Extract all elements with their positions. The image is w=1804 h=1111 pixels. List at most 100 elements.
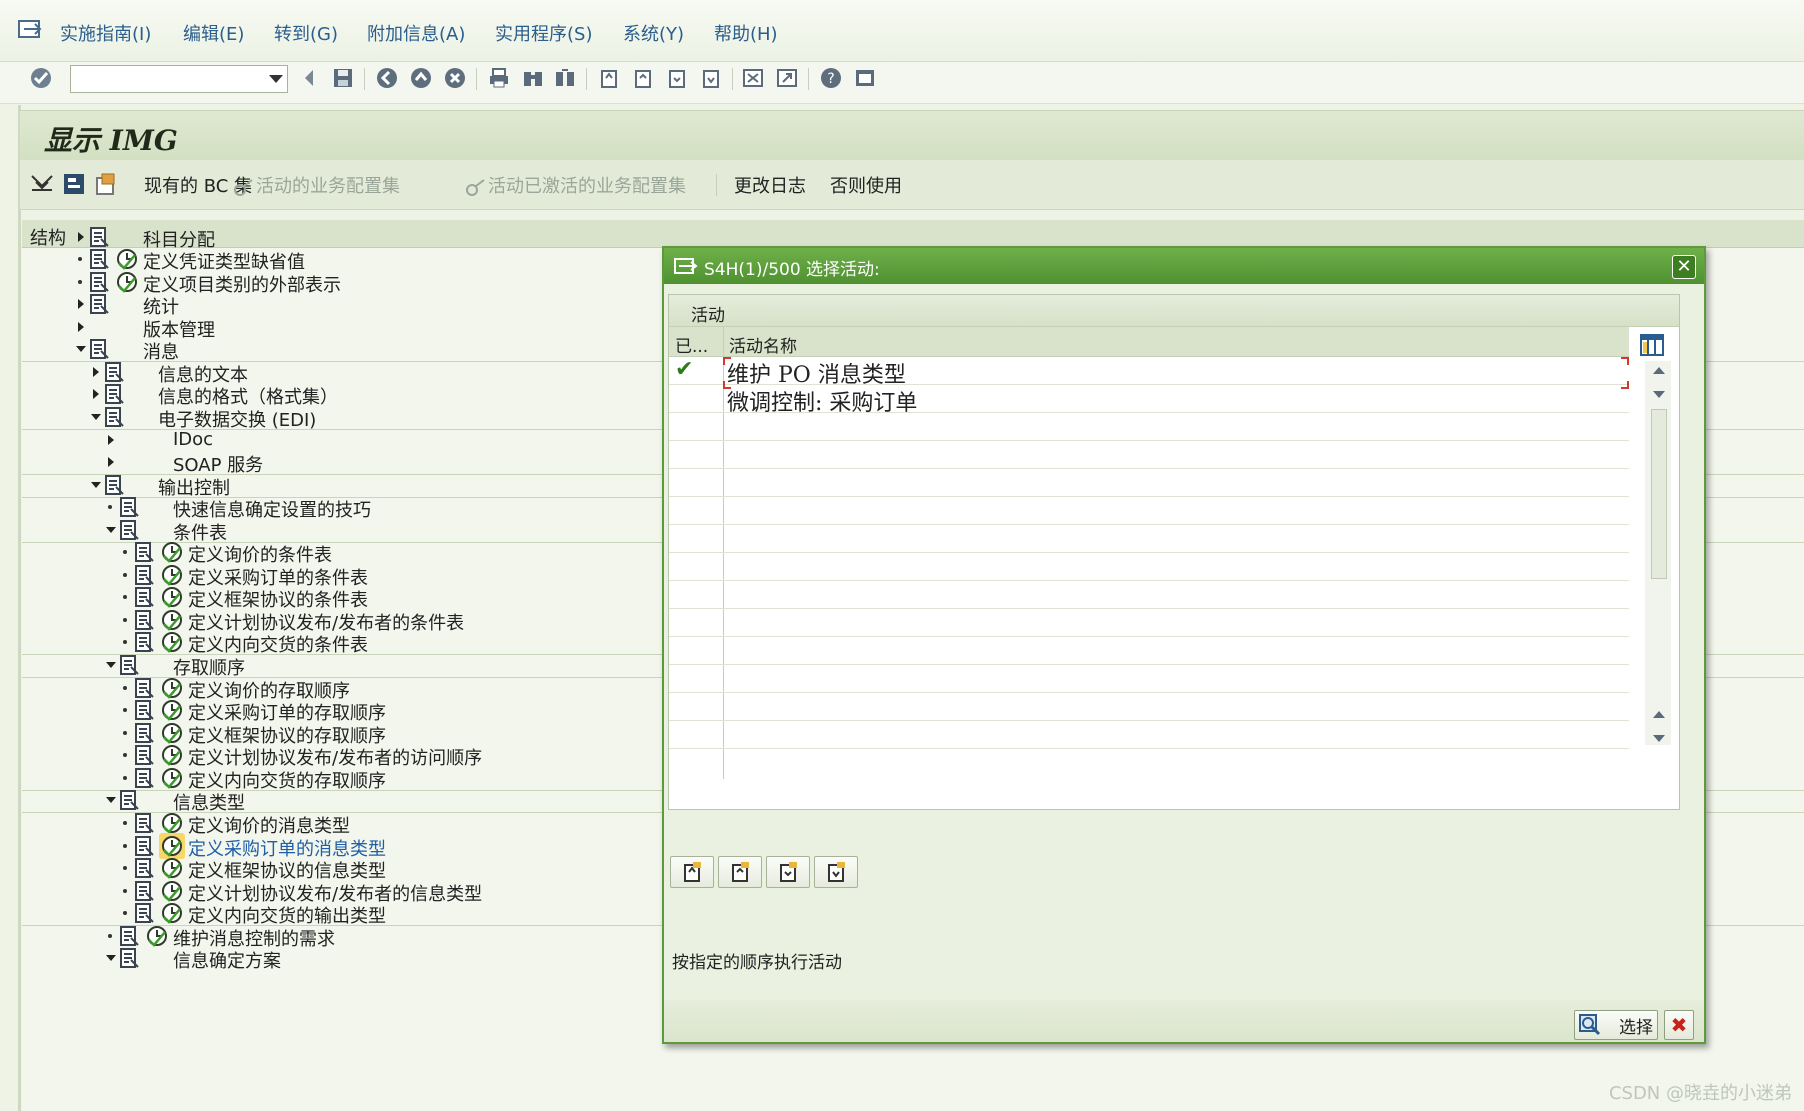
vertical-scrollbar[interactable] xyxy=(1645,361,1671,745)
usage-button[interactable]: 否则使用 xyxy=(830,172,902,198)
documentation-icon[interactable] xyxy=(118,496,140,518)
documentation-icon[interactable] xyxy=(133,767,155,789)
execute-activity-icon[interactable] xyxy=(160,811,184,835)
execute-activity-icon[interactable] xyxy=(160,585,184,609)
menu-item-extras[interactable]: 附加信息(A) xyxy=(367,20,465,46)
project-icon[interactable] xyxy=(92,170,120,198)
first-activity-button[interactable] xyxy=(670,856,714,888)
execute-activity-icon[interactable] xyxy=(160,856,184,880)
execute-activity-icon[interactable] xyxy=(160,540,184,564)
collapse-arrow-icon[interactable] xyxy=(91,414,101,420)
collapse-arrow-icon[interactable] xyxy=(106,662,116,668)
command-field[interactable] xyxy=(70,65,288,93)
documentation-icon[interactable] xyxy=(133,744,155,766)
new-session-icon[interactable] xyxy=(740,64,766,92)
expand-arrow-icon[interactable] xyxy=(78,299,84,309)
first-page-icon[interactable] xyxy=(596,64,622,92)
documentation-icon[interactable] xyxy=(88,271,110,293)
expand-arrow-icon[interactable] xyxy=(93,367,99,377)
menu-item-goto[interactable]: 转到(G) xyxy=(274,20,338,46)
collapse-arrow-icon[interactable] xyxy=(106,527,116,533)
documentation-icon[interactable] xyxy=(133,880,155,902)
documentation-icon[interactable] xyxy=(88,248,110,270)
documentation-icon[interactable] xyxy=(133,857,155,879)
save-icon[interactable] xyxy=(330,64,356,92)
help-icon[interactable]: ? xyxy=(818,64,844,92)
documentation-icon[interactable] xyxy=(133,631,155,653)
documentation-icon[interactable] xyxy=(118,654,140,676)
documentation-icon[interactable] xyxy=(133,677,155,699)
layout-icon[interactable] xyxy=(852,64,878,92)
next-page-icon[interactable] xyxy=(664,64,690,92)
info-icon[interactable] xyxy=(60,170,88,198)
documentation-icon[interactable] xyxy=(103,474,125,496)
expand-arrow-icon[interactable] xyxy=(78,322,84,332)
documentation-icon[interactable] xyxy=(88,226,110,248)
change-log-button[interactable]: 更改日志 xyxy=(734,172,806,198)
documentation-icon[interactable] xyxy=(133,812,155,834)
active-bc-sets-button[interactable]: 活动的业务配置集 xyxy=(256,172,400,198)
documentation-icon[interactable] xyxy=(118,947,140,969)
scroll-up-icon[interactable] xyxy=(1653,711,1665,718)
documentation-icon[interactable] xyxy=(118,789,140,811)
scroll-down-icon[interactable] xyxy=(1653,391,1665,398)
cancel-button[interactable]: ✖ xyxy=(1664,1010,1694,1040)
expand-arrow-icon[interactable] xyxy=(78,232,84,242)
documentation-icon[interactable] xyxy=(88,293,110,315)
scroll-thumb[interactable] xyxy=(1651,409,1667,579)
find-next-icon[interactable] xyxy=(552,64,578,92)
previous-activity-button[interactable] xyxy=(718,856,762,888)
enter-icon[interactable] xyxy=(28,64,54,92)
exit-icon[interactable] xyxy=(408,64,434,92)
documentation-icon[interactable] xyxy=(133,835,155,857)
prev-page-icon[interactable] xyxy=(630,64,656,92)
column-header-activity-name[interactable]: 活动名称 xyxy=(729,332,797,357)
menu-item-guide[interactable]: 实施指南(I) xyxy=(60,20,151,46)
collapse-arrow-icon[interactable] xyxy=(91,482,101,488)
documentation-icon[interactable] xyxy=(133,541,155,563)
documentation-icon[interactable] xyxy=(133,586,155,608)
collapse-arrow-icon[interactable] xyxy=(76,346,86,352)
documentation-icon[interactable] xyxy=(103,383,125,405)
next-activity-button[interactable] xyxy=(766,856,810,888)
execute-activity-icon[interactable] xyxy=(160,743,184,767)
menu-item-help[interactable]: 帮助(H) xyxy=(714,20,778,46)
back-icon[interactable] xyxy=(296,64,322,92)
execute-activity-icon[interactable] xyxy=(160,630,184,654)
expand-all-icon[interactable] xyxy=(28,170,56,198)
documentation-icon[interactable] xyxy=(133,609,155,631)
execute-activity-icon[interactable] xyxy=(115,247,139,271)
collapse-arrow-icon[interactable] xyxy=(106,955,116,961)
expand-arrow-icon[interactable] xyxy=(93,389,99,399)
tree-node-label[interactable]: IDoc xyxy=(173,429,213,450)
column-config-icon[interactable] xyxy=(1639,333,1665,357)
menu-item-utilities[interactable]: 实用程序(S) xyxy=(495,20,592,46)
execute-activity-icon[interactable] xyxy=(160,698,184,722)
documentation-icon[interactable] xyxy=(133,564,155,586)
table-row[interactable]: 微调控制: 采购订单 xyxy=(669,385,1629,416)
documentation-icon[interactable] xyxy=(133,699,155,721)
column-header-done[interactable]: 已... xyxy=(675,332,708,357)
documentation-icon[interactable] xyxy=(118,519,140,541)
expand-arrow-icon[interactable] xyxy=(108,457,114,467)
expand-arrow-icon[interactable] xyxy=(108,435,114,445)
documentation-icon[interactable] xyxy=(88,338,110,360)
close-icon[interactable]: ✕ xyxy=(1672,255,1696,279)
shortcut-icon[interactable] xyxy=(774,64,800,92)
menu-item-system[interactable]: 系统(Y) xyxy=(623,20,684,46)
menu-icon[interactable] xyxy=(18,18,44,40)
documentation-icon[interactable] xyxy=(133,902,155,924)
scroll-down-icon[interactable] xyxy=(1653,735,1665,742)
select-button[interactable]: 选择 xyxy=(1574,1010,1658,1040)
documentation-icon[interactable] xyxy=(103,361,125,383)
cancel-icon[interactable] xyxy=(442,64,468,92)
find-icon[interactable] xyxy=(520,64,546,92)
documentation-icon[interactable] xyxy=(103,406,125,428)
documentation-icon[interactable] xyxy=(133,722,155,744)
menu-item-edit[interactable]: 编辑(E) xyxy=(183,20,244,46)
documentation-icon[interactable] xyxy=(118,925,140,947)
back-green-icon[interactable] xyxy=(374,64,400,92)
last-activity-button[interactable] xyxy=(814,856,858,888)
activated-bc-sets-button[interactable]: 活动已激活的业务配置集 xyxy=(488,172,686,198)
scroll-up-icon[interactable] xyxy=(1653,367,1665,374)
